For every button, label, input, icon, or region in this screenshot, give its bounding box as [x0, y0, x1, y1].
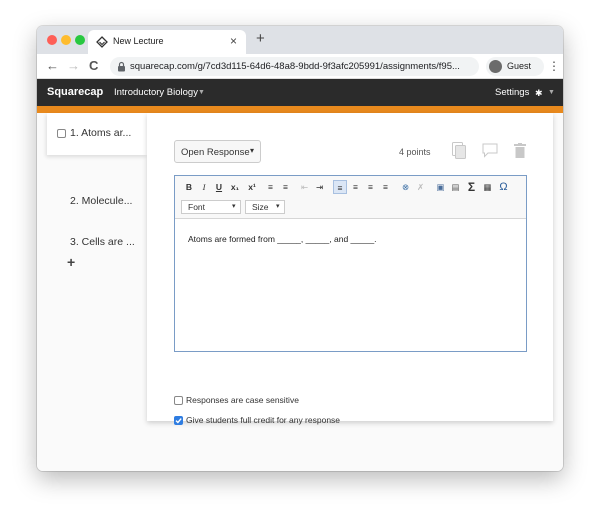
sidebar-item-question-2[interactable]: 2. Molecule... [47, 181, 147, 223]
chevron-down-icon: ▾ [232, 203, 236, 210]
chevron-down-icon: ▾ [250, 146, 255, 155]
ordered-list-button[interactable]: ≡ [264, 180, 277, 194]
font-select-label: Font [188, 202, 206, 212]
back-button[interactable]: ← [46, 58, 59, 74]
settings-link[interactable]: Settings [495, 87, 529, 98]
underline-button[interactable]: U [213, 180, 225, 194]
case-sensitive-checkbox[interactable] [174, 396, 183, 405]
address-bar-row: ← → C squarecap.com/g/7cd3d115-64d6-48a8… [37, 54, 563, 79]
add-question-button[interactable]: + [67, 255, 75, 269]
table-icon[interactable]: ▦ [481, 180, 494, 194]
lock-icon [118, 61, 125, 72]
close-window-button[interactable] [47, 35, 57, 45]
outdent-button[interactable]: ⇤ [298, 180, 311, 194]
omega-icon[interactable]: Ω [497, 180, 510, 194]
editor-toolbar: B I U x₁ x¹ ≡ ≡ ⇤ ⇥ ≡ ≡ ≡ ≡ ⊗ ✗ ▣ ▤ Σ ▦ … [175, 176, 526, 219]
editor-content[interactable]: Atoms are formed from _____, _____, and … [188, 234, 377, 244]
full-credit-label: Give students full credit for any respon… [186, 415, 341, 425]
main-content: 1. Atoms ar... 2. Molecule... 3. Cells a… [37, 113, 563, 471]
app-navbar: Squarecap Introductory Biology ▼ Setting… [37, 79, 563, 106]
squarecap-favicon-icon [96, 36, 108, 48]
full-credit-checkbox[interactable] [174, 416, 183, 425]
size-select[interactable]: Size ▾ [245, 200, 285, 214]
profile-label: Guest [507, 61, 532, 71]
sidebar-item-question-1[interactable]: 1. Atoms ar... [47, 113, 147, 155]
course-selector[interactable]: Introductory Biology [114, 87, 198, 98]
settings-caret-icon[interactable]: ▼ [548, 89, 555, 96]
sidebar-item-label: 2. Molecule... [70, 195, 133, 207]
align-left-button[interactable]: ≡ [333, 180, 347, 194]
tab-title: New Lecture [113, 36, 164, 46]
align-justify-button[interactable]: ≡ [379, 180, 392, 194]
unlink-icon[interactable]: ✗ [414, 180, 427, 194]
maximize-window-button[interactable] [75, 35, 85, 45]
checkmark-icon [175, 418, 182, 424]
link-icon[interactable]: ⊗ [399, 180, 412, 194]
trash-icon[interactable] [514, 143, 526, 158]
image-icon[interactable]: ▣ [434, 180, 447, 194]
question-type-label: Open Response [181, 147, 250, 158]
indent-button[interactable]: ⇥ [313, 180, 326, 194]
chevron-down-icon: ▾ [276, 203, 280, 210]
size-select-label: Size [252, 202, 269, 212]
accent-bar [37, 106, 563, 113]
bold-button[interactable]: B [183, 180, 195, 194]
media-icon[interactable]: ▤ [449, 180, 462, 194]
italic-button[interactable]: I [198, 180, 210, 194]
browser-window: New Lecture × + ← → C squarecap.com/g/7c… [37, 26, 563, 471]
case-sensitive-label: Responses are case sensitive [186, 395, 299, 405]
sidebar-item-label: 1. Atoms ar... [70, 127, 132, 139]
profile-button[interactable]: Guest [486, 57, 544, 76]
browser-menu-icon[interactable]: ⋮ [548, 58, 560, 74]
sidebar-item-label: 3. Cells are ... [70, 236, 135, 248]
question-type-dropdown[interactable]: Open Response ▾ [174, 140, 261, 163]
unordered-list-button[interactable]: ≡ [279, 180, 292, 194]
question-1-checkbox[interactable] [57, 129, 66, 138]
tab-bar: New Lecture × + [37, 26, 563, 54]
align-center-button[interactable]: ≡ [349, 180, 362, 194]
guest-avatar-icon [489, 60, 502, 73]
font-select[interactable]: Font ▾ [181, 200, 241, 214]
forward-button[interactable]: → [67, 58, 80, 74]
tab-close-icon[interactable]: × [230, 34, 237, 48]
question-editor-card: Open Response ▾ 4 points B I U x₁ x¹ ≡ ≡… [147, 113, 553, 425]
url-bar[interactable]: squarecap.com/g/7cd3d115-64d6-48a8-9bdd-… [110, 57, 479, 76]
comment-icon[interactable] [482, 143, 498, 158]
minimize-window-button[interactable] [61, 35, 71, 45]
rich-text-editor: B I U x₁ x¹ ≡ ≡ ⇤ ⇥ ≡ ≡ ≡ ≡ ⊗ ✗ ▣ ▤ Σ ▦ … [174, 175, 527, 352]
gear-icon[interactable]: ✱ [535, 88, 543, 99]
superscript-button[interactable]: x¹ [245, 180, 259, 194]
duplicate-icon[interactable] [452, 142, 466, 159]
sum-icon[interactable]: Σ [465, 180, 478, 194]
new-tab-button[interactable]: + [256, 31, 265, 47]
sidebar-item-question-3[interactable]: 3. Cells are ... [47, 222, 147, 264]
course-caret-icon[interactable]: ▼ [198, 89, 205, 96]
brand-logo[interactable]: Squarecap [47, 86, 103, 98]
browser-tab[interactable]: New Lecture × [88, 30, 246, 54]
align-right-button[interactable]: ≡ [364, 180, 377, 194]
points-label[interactable]: 4 points [399, 147, 431, 157]
subscript-button[interactable]: x₁ [228, 180, 242, 194]
url-text[interactable]: squarecap.com/g/7cd3d115-64d6-48a8-9bdd-… [130, 61, 475, 72]
reload-button[interactable]: C [89, 58, 98, 74]
